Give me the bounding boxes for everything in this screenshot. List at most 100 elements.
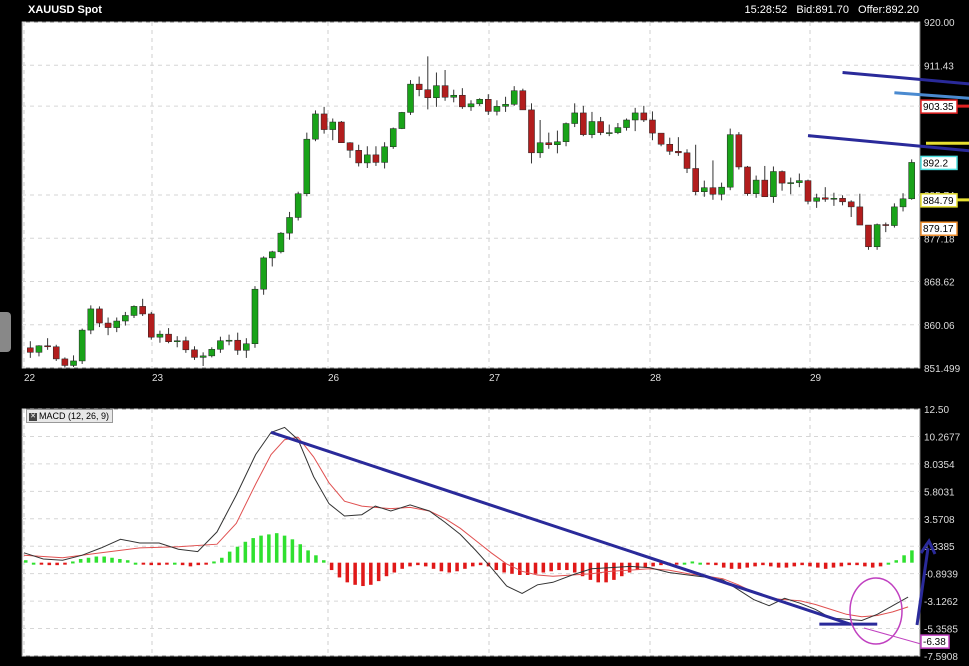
- price-label: 903.35: [923, 102, 954, 113]
- candle-body: [251, 288, 259, 345]
- candle-body: [450, 94, 457, 98]
- candle-body: [182, 340, 190, 351]
- candle-body: [122, 315, 129, 322]
- histogram-bar: [494, 562, 499, 571]
- x-tick-label: 22: [24, 373, 36, 384]
- candle-body: [381, 146, 388, 163]
- candle-body: [191, 349, 198, 358]
- histogram-bar: [243, 541, 248, 563]
- histogram-bar: [808, 562, 812, 567]
- candle-body: [891, 206, 898, 226]
- histogram-bar: [180, 562, 185, 566]
- histogram-bar: [518, 562, 522, 575]
- histogram-bar: [282, 535, 287, 563]
- candle-body: [485, 99, 492, 112]
- y-tick-label: 911.43: [924, 61, 954, 72]
- candle-body: [821, 197, 829, 200]
- candle-body: [804, 180, 812, 202]
- histogram-bar: [306, 550, 310, 563]
- candle-body: [44, 345, 51, 348]
- histogram-bar: [337, 562, 342, 578]
- candle-body: [217, 340, 224, 350]
- candle-body: [528, 109, 535, 154]
- histogram-bar: [55, 562, 59, 566]
- histogram-bar: [227, 551, 232, 563]
- candle-body: [718, 186, 725, 195]
- histogram-bar: [800, 562, 804, 566]
- x-tick-label: 26: [328, 373, 340, 384]
- candle-body: [329, 121, 337, 130]
- candle-body: [865, 224, 872, 248]
- y-tick-label: -5.3585: [924, 625, 958, 636]
- histogram-bar: [118, 558, 122, 563]
- candle-body: [640, 112, 648, 121]
- price-label: 892.2: [923, 158, 948, 169]
- close-icon[interactable]: ✕: [29, 412, 37, 421]
- candle-body: [424, 89, 432, 99]
- price-panel: 222326272829920.00911.43903.35885.74877.…: [21, 18, 969, 384]
- candle-body: [277, 232, 285, 253]
- histogram-bar: [510, 562, 514, 574]
- histogram-bar: [345, 562, 350, 583]
- macd-title: MACD (12, 26, 9): [39, 411, 110, 421]
- histogram-bar: [274, 533, 279, 563]
- histogram-bar: [133, 562, 138, 565]
- candle-body: [467, 103, 475, 108]
- candle-body: [752, 179, 760, 194]
- histogram-bar: [125, 560, 130, 563]
- candle-body: [623, 119, 630, 128]
- candle-body: [346, 142, 354, 151]
- candle-body: [649, 119, 656, 134]
- candle-body: [562, 123, 570, 142]
- histogram-bar: [259, 535, 263, 563]
- histogram-bar: [110, 557, 114, 563]
- candle-body: [407, 83, 414, 113]
- candle-body: [35, 345, 43, 353]
- macd-panel: 12.5010.26778.03545.80313.57081.3385-0.8…: [21, 405, 961, 663]
- histogram-bar: [823, 562, 828, 569]
- candle-body: [234, 339, 241, 351]
- candle-body: [744, 166, 751, 194]
- price-label: 884.79: [923, 196, 954, 207]
- candle-body: [130, 306, 138, 316]
- y-tick-label: 12.50: [924, 405, 949, 416]
- histogram-bar: [400, 562, 404, 569]
- candle-body: [830, 198, 838, 200]
- macd-indicator-label[interactable]: ✕ MACD (12, 26, 9): [26, 409, 114, 423]
- y-tick-label: 3.5708: [924, 515, 955, 526]
- price-label: 879.17: [923, 224, 954, 235]
- candle-body: [312, 113, 319, 140]
- histogram-bar: [878, 562, 883, 567]
- candle-body: [796, 180, 803, 183]
- chart-canvas: 222326272829920.00911.43903.35885.74877.…: [21, 18, 969, 663]
- histogram-bar: [212, 561, 216, 564]
- candle-body: [294, 193, 302, 218]
- histogram-bar: [478, 562, 483, 566]
- candle-body: [571, 112, 578, 124]
- candle-body: [113, 320, 121, 328]
- histogram-bar: [682, 562, 687, 565]
- candle-body: [286, 217, 293, 234]
- y-tick-label: 8.0354: [924, 460, 955, 471]
- histogram-bar: [447, 562, 452, 573]
- candle-body: [839, 198, 846, 203]
- candle-body: [761, 179, 769, 198]
- y-tick-label: -0.8939: [924, 570, 958, 581]
- y-tick-label: -7.5908: [924, 652, 958, 663]
- candle-body: [657, 132, 665, 145]
- histogram-bar: [423, 562, 428, 567]
- candle-body: [899, 198, 907, 208]
- histogram-bar: [753, 562, 757, 567]
- candle-body: [614, 127, 622, 133]
- histogram-bar: [235, 546, 240, 563]
- candle-body: [666, 143, 674, 152]
- candle-body: [260, 257, 267, 290]
- histogram-bar: [408, 562, 412, 567]
- histogram-bar: [31, 562, 36, 565]
- histogram-bar: [220, 557, 224, 563]
- candle-body: [735, 134, 743, 168]
- histogram-bar: [706, 562, 710, 565]
- histogram-bar: [674, 562, 679, 565]
- candle-body: [554, 141, 561, 145]
- candle-body: [156, 333, 164, 338]
